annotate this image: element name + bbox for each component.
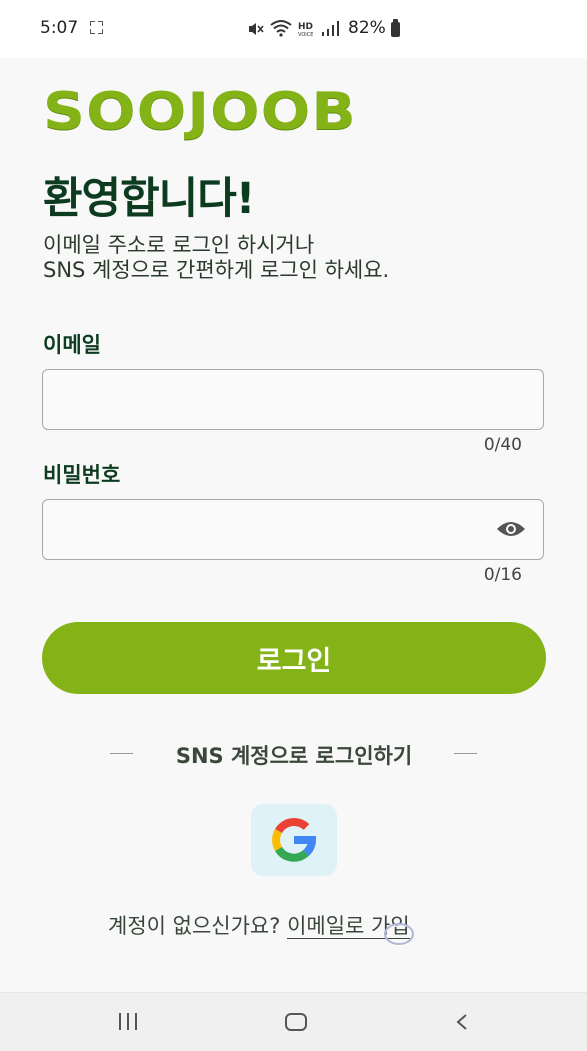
recent-apps-icon[interactable] (119, 1013, 141, 1030)
welcome-subtitle: 이메일 주소로 로그인 하시거나 SNS 계정으로 간편하게 로그인 하세요. (43, 233, 389, 283)
welcome-title: 환영합니다! (43, 174, 255, 224)
app-logo: SOOJOOB (43, 82, 357, 142)
welcome-subtitle-line1: 이메일 주소로 로그인 하시거나 (43, 233, 315, 257)
back-icon[interactable] (453, 1013, 471, 1031)
status-bar: 5:07 HD VOICE 82% (0, 0, 587, 58)
eye-icon[interactable] (496, 519, 526, 539)
signal-icon (322, 21, 339, 36)
screen-capture-icon (90, 21, 103, 34)
svg-text:HD: HD (298, 22, 313, 32)
login-button[interactable]: 로그인 (42, 622, 546, 694)
google-login-button[interactable] (251, 804, 337, 876)
system-nav-bar (0, 992, 587, 1051)
status-time: 5:07 (40, 18, 79, 38)
mute-icon (249, 23, 264, 35)
battery-icon (391, 19, 400, 37)
signup-prompt-text: 계정이 없으신가요? (108, 914, 281, 938)
signup-prompt: 계정이 없으신가요? 이메일로 가입 (108, 910, 410, 940)
password-label: 비밀번호 (43, 463, 121, 487)
email-char-counter: 0/40 (483, 435, 522, 455)
sns-divider-text: SNS 계정으로 로그인하기 (175, 744, 413, 768)
home-icon[interactable] (285, 1013, 307, 1031)
wifi-icon (270, 20, 292, 37)
svg-text:VOICE: VOICE (298, 32, 313, 38)
divider-line-left (110, 753, 133, 754)
password-char-counter: 0/16 (483, 565, 522, 585)
google-icon (272, 817, 317, 862)
email-label: 이메일 (43, 333, 101, 357)
touch-indicator (384, 923, 414, 945)
divider-line-right (454, 753, 477, 754)
battery-percentage: 82% (348, 18, 386, 38)
login-button-label: 로그인 (256, 645, 332, 677)
password-input[interactable] (42, 499, 544, 560)
welcome-subtitle-line2: SNS 계정으로 간편하게 로그인 하세요. (43, 258, 390, 282)
hd-voice-icon: HD VOICE (298, 22, 313, 38)
email-input[interactable] (42, 369, 544, 430)
